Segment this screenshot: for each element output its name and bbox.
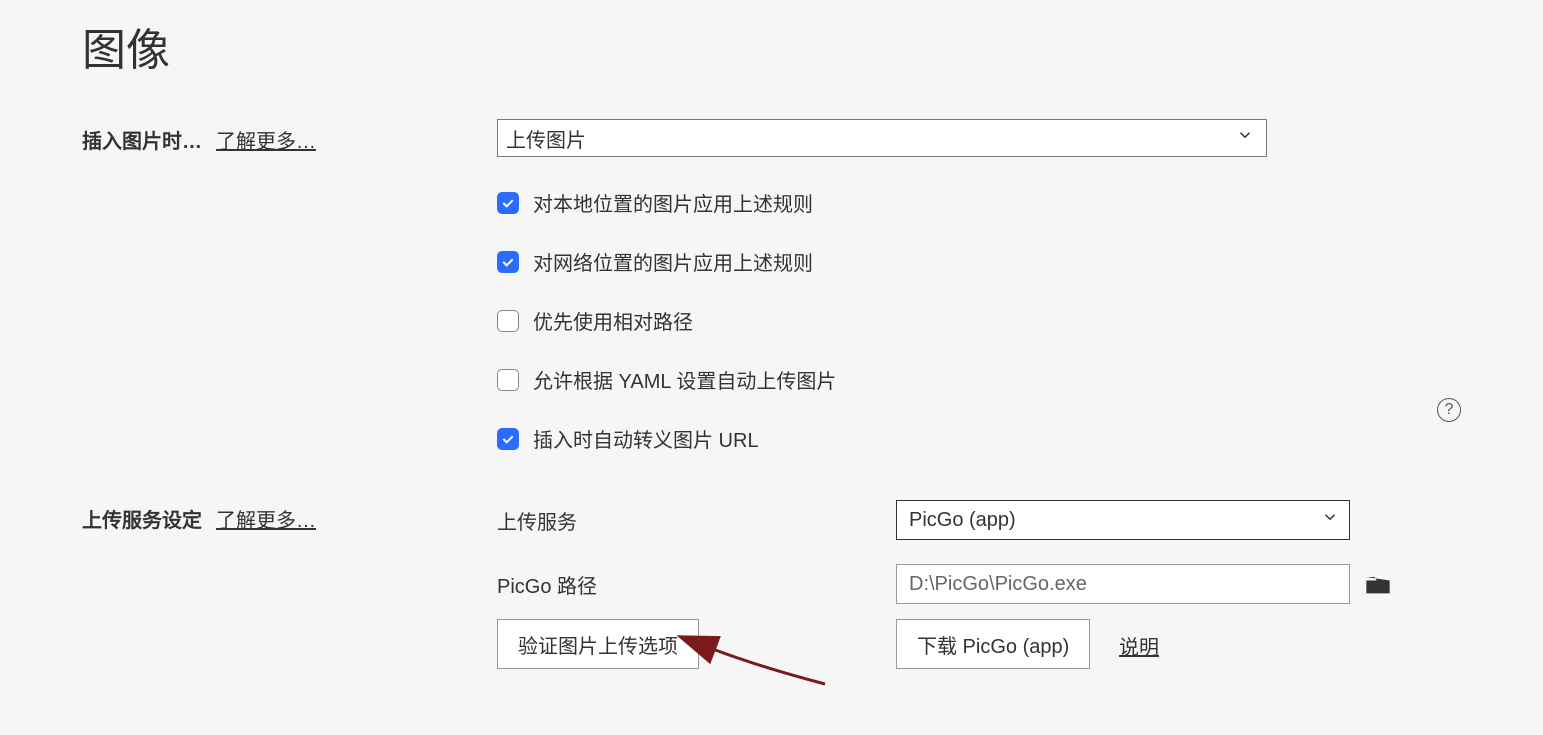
picgo-path-input[interactable]: D:\PicGo\PicGo.exe [896,564,1350,604]
checkbox-local-images[interactable] [497,192,519,214]
checkbox-label: 对本地位置的图片应用上述规则 [533,188,813,217]
download-picgo-button[interactable]: 下载 PicGo (app) [896,619,1090,669]
checkbox-row: 对本地位置的图片应用上述规则 [497,188,836,217]
page-title: 图像 [82,14,170,78]
checkbox-row: 对网络位置的图片应用上述规则 [497,247,836,276]
checkbox-relative-path[interactable] [497,310,519,332]
verify-upload-button[interactable]: 验证图片上传选项 [497,619,699,669]
upload-service-select[interactable]: PicGo (app) [896,500,1350,540]
upload-service-label: 上传服务设定 [82,504,202,533]
learn-more-link-insert[interactable]: 了解更多… [216,125,316,154]
checkbox-row: 允许根据 YAML 设置自动上传图片 [497,365,836,394]
learn-more-link-upload[interactable]: 了解更多… [216,504,316,533]
checkbox-label: 允许根据 YAML 设置自动上传图片 [533,365,836,394]
insert-image-selected-value: 上传图片 [506,124,586,153]
upload-service-field-label: 上传服务 [497,506,896,535]
chevron-down-icon [1236,126,1254,150]
checkbox-network-images[interactable] [497,251,519,273]
checkbox-yaml-auto-upload[interactable] [497,369,519,391]
checkbox-label: 对网络位置的图片应用上述规则 [533,247,813,276]
checkbox-row: 插入时自动转义图片 URL [497,424,836,453]
insert-image-checkboxes: 对本地位置的图片应用上述规则 对网络位置的图片应用上述规则 优先使用相对路径 允… [497,188,836,453]
folder-icon[interactable] [1364,572,1392,596]
picgo-path-label: PicGo 路径 [497,570,896,599]
help-icon[interactable]: ? [1437,398,1461,422]
verify-upload-button-label: 验证图片上传选项 [518,630,678,659]
upload-service-selected-value: PicGo (app) [909,509,1016,532]
checkbox-label: 优先使用相对路径 [533,306,693,335]
checkbox-auto-escape-url[interactable] [497,428,519,450]
download-picgo-button-label: 下载 PicGo (app) [917,630,1069,659]
chevron-down-icon [1321,508,1339,532]
description-link[interactable]: 说明 [1119,631,1159,660]
picgo-path-value: D:\PicGo\PicGo.exe [909,573,1087,596]
checkbox-label: 插入时自动转义图片 URL [533,424,759,453]
insert-image-label: 插入图片时… [82,125,202,154]
insert-image-select[interactable]: 上传图片 [497,119,1267,157]
checkbox-row: 优先使用相对路径 [497,306,836,335]
